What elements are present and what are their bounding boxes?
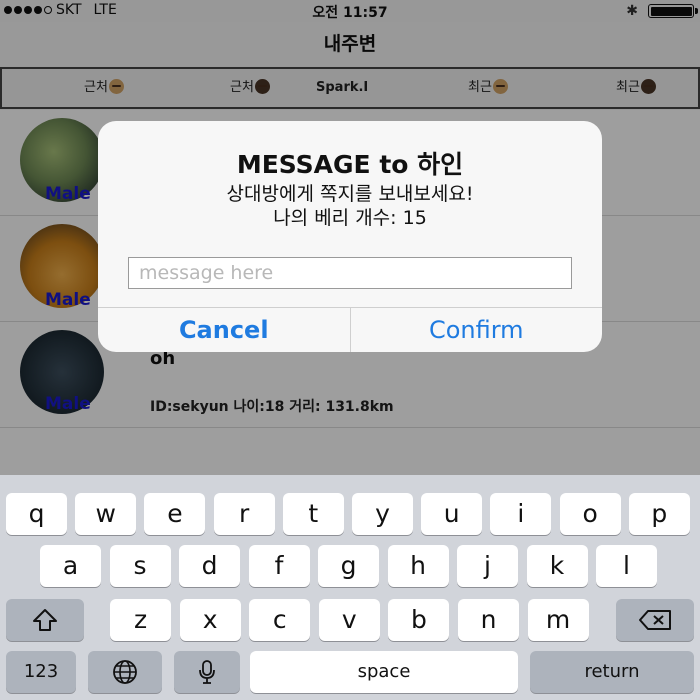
numbers-key[interactable]: 123 <box>6 651 76 693</box>
dialog-title: MESSAGE to 하인 <box>236 150 464 179</box>
backspace-icon <box>639 610 671 630</box>
microphone-icon <box>199 660 215 684</box>
key-o[interactable]: o <box>559 493 621 535</box>
key-f[interactable]: f <box>248 545 310 587</box>
cancel-button[interactable]: Cancel <box>98 308 351 352</box>
berry-count: 나의 베리 개수: 15 <box>273 207 427 229</box>
dialog-buttons: Cancel Confirm <box>98 307 602 352</box>
key-g[interactable]: g <box>318 545 379 587</box>
shift-icon <box>33 609 57 631</box>
globe-key[interactable] <box>88 651 162 693</box>
key-x[interactable]: x <box>179 599 241 641</box>
key-s[interactable]: s <box>109 545 171 587</box>
key-q[interactable]: q <box>6 493 67 535</box>
key-b[interactable]: b <box>388 599 450 641</box>
key-w[interactable]: w <box>75 493 137 535</box>
confirm-button[interactable]: Confirm <box>351 308 603 352</box>
key-v[interactable]: v <box>318 599 380 641</box>
key-u[interactable]: u <box>421 493 483 535</box>
shift-key[interactable] <box>6 599 84 641</box>
return-key[interactable]: return <box>530 651 694 693</box>
space-key[interactable]: space <box>250 651 518 693</box>
key-i[interactable]: i <box>490 493 552 535</box>
backspace-key[interactable] <box>616 599 694 641</box>
key-l[interactable]: l <box>596 545 657 587</box>
key-y[interactable]: y <box>352 493 413 535</box>
dialog-subtitle: 상대방에게 쪽지를 보내보세요! <box>226 183 474 205</box>
key-e[interactable]: e <box>144 493 206 535</box>
microphone-key[interactable] <box>174 651 240 693</box>
key-d[interactable]: d <box>179 545 240 587</box>
key-j[interactable]: j <box>457 545 518 587</box>
key-c[interactable]: c <box>249 599 311 641</box>
key-m[interactable]: m <box>527 599 589 641</box>
globe-icon <box>113 660 137 684</box>
key-n[interactable]: n <box>458 599 519 641</box>
message-dialog: MESSAGE to 하인 상대방에게 쪽지를 보내보세요! 나의 베리 개수:… <box>98 121 602 352</box>
key-p[interactable]: p <box>628 493 690 535</box>
key-k[interactable]: k <box>526 545 588 587</box>
key-r[interactable]: r <box>213 493 275 535</box>
key-a[interactable]: a <box>40 545 101 587</box>
key-z[interactable]: z <box>110 599 171 641</box>
keyboard: 123 space return qwertyuiop asdfghjkl zxcv… <box>0 475 700 700</box>
message-input[interactable] <box>128 257 572 289</box>
key-t[interactable]: t <box>282 493 344 535</box>
key-h[interactable]: h <box>387 545 449 587</box>
